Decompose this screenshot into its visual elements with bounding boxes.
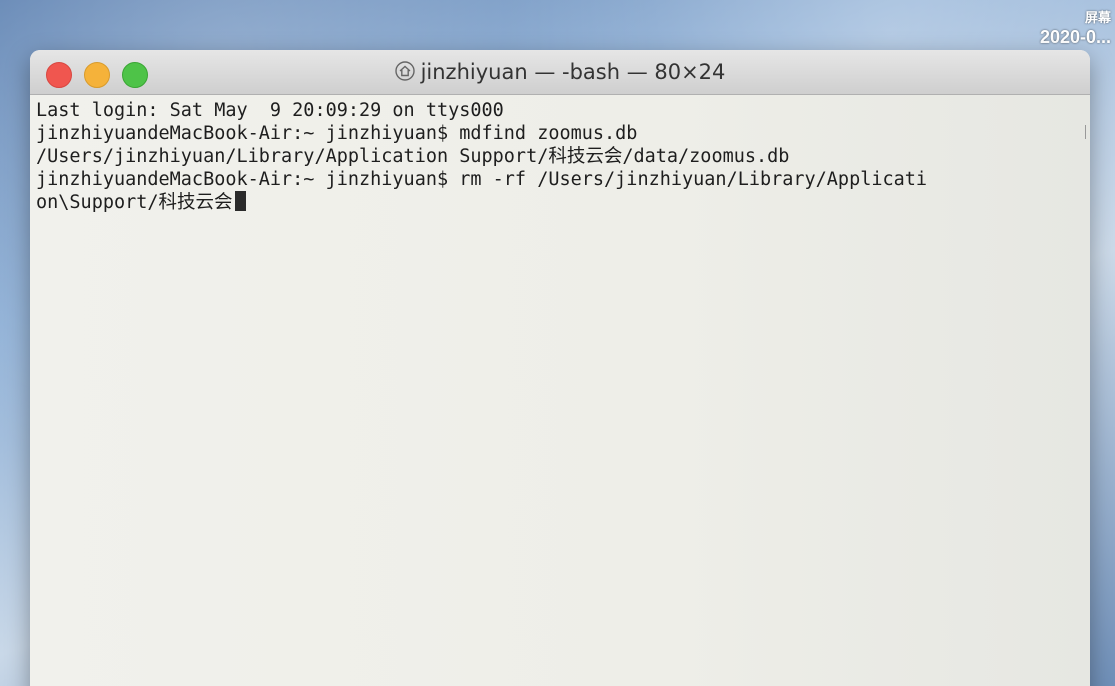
scrollbar[interactable] (1085, 125, 1086, 139)
terminal-line: /Users/jinzhiyuan/Library/Application Su… (36, 146, 790, 167)
terminal-cursor (234, 191, 246, 211)
desktop-file-label-line2: 2020-0... (1039, 27, 1111, 47)
terminal-line: jinzhiyuandeMacBook-Air:~ jinzhiyuan$ md… (36, 123, 638, 144)
desktop: 屏幕 2020-0... jinzhiyuan — -bash — 80×24 … (0, 0, 1115, 686)
window-title: jinzhiyuan — -bash — 80×24 (30, 60, 1090, 86)
terminal-input-text: on\Support/科技云会 (36, 192, 233, 213)
terminal-line: Last login: Sat May 9 20:09:29 on ttys00… (36, 100, 504, 121)
terminal-current-line: on\Support/科技云会 (36, 191, 1084, 214)
terminal-line: jinzhiyuandeMacBook-Air:~ jinzhiyuan$ rm… (36, 169, 928, 190)
window-title-text: jinzhiyuan — -bash — 80×24 (420, 60, 726, 84)
terminal-output[interactable]: Last login: Sat May 9 20:09:29 on ttys00… (30, 95, 1090, 686)
window-titlebar[interactable]: jinzhiyuan — -bash — 80×24 (30, 50, 1090, 95)
terminal-window[interactable]: jinzhiyuan — -bash — 80×24 Last login: S… (30, 50, 1090, 686)
home-icon (394, 60, 415, 86)
desktop-file-label[interactable]: 屏幕 2020-0... (1040, 10, 1111, 48)
desktop-file-label-line1: 屏幕 (1084, 10, 1111, 25)
